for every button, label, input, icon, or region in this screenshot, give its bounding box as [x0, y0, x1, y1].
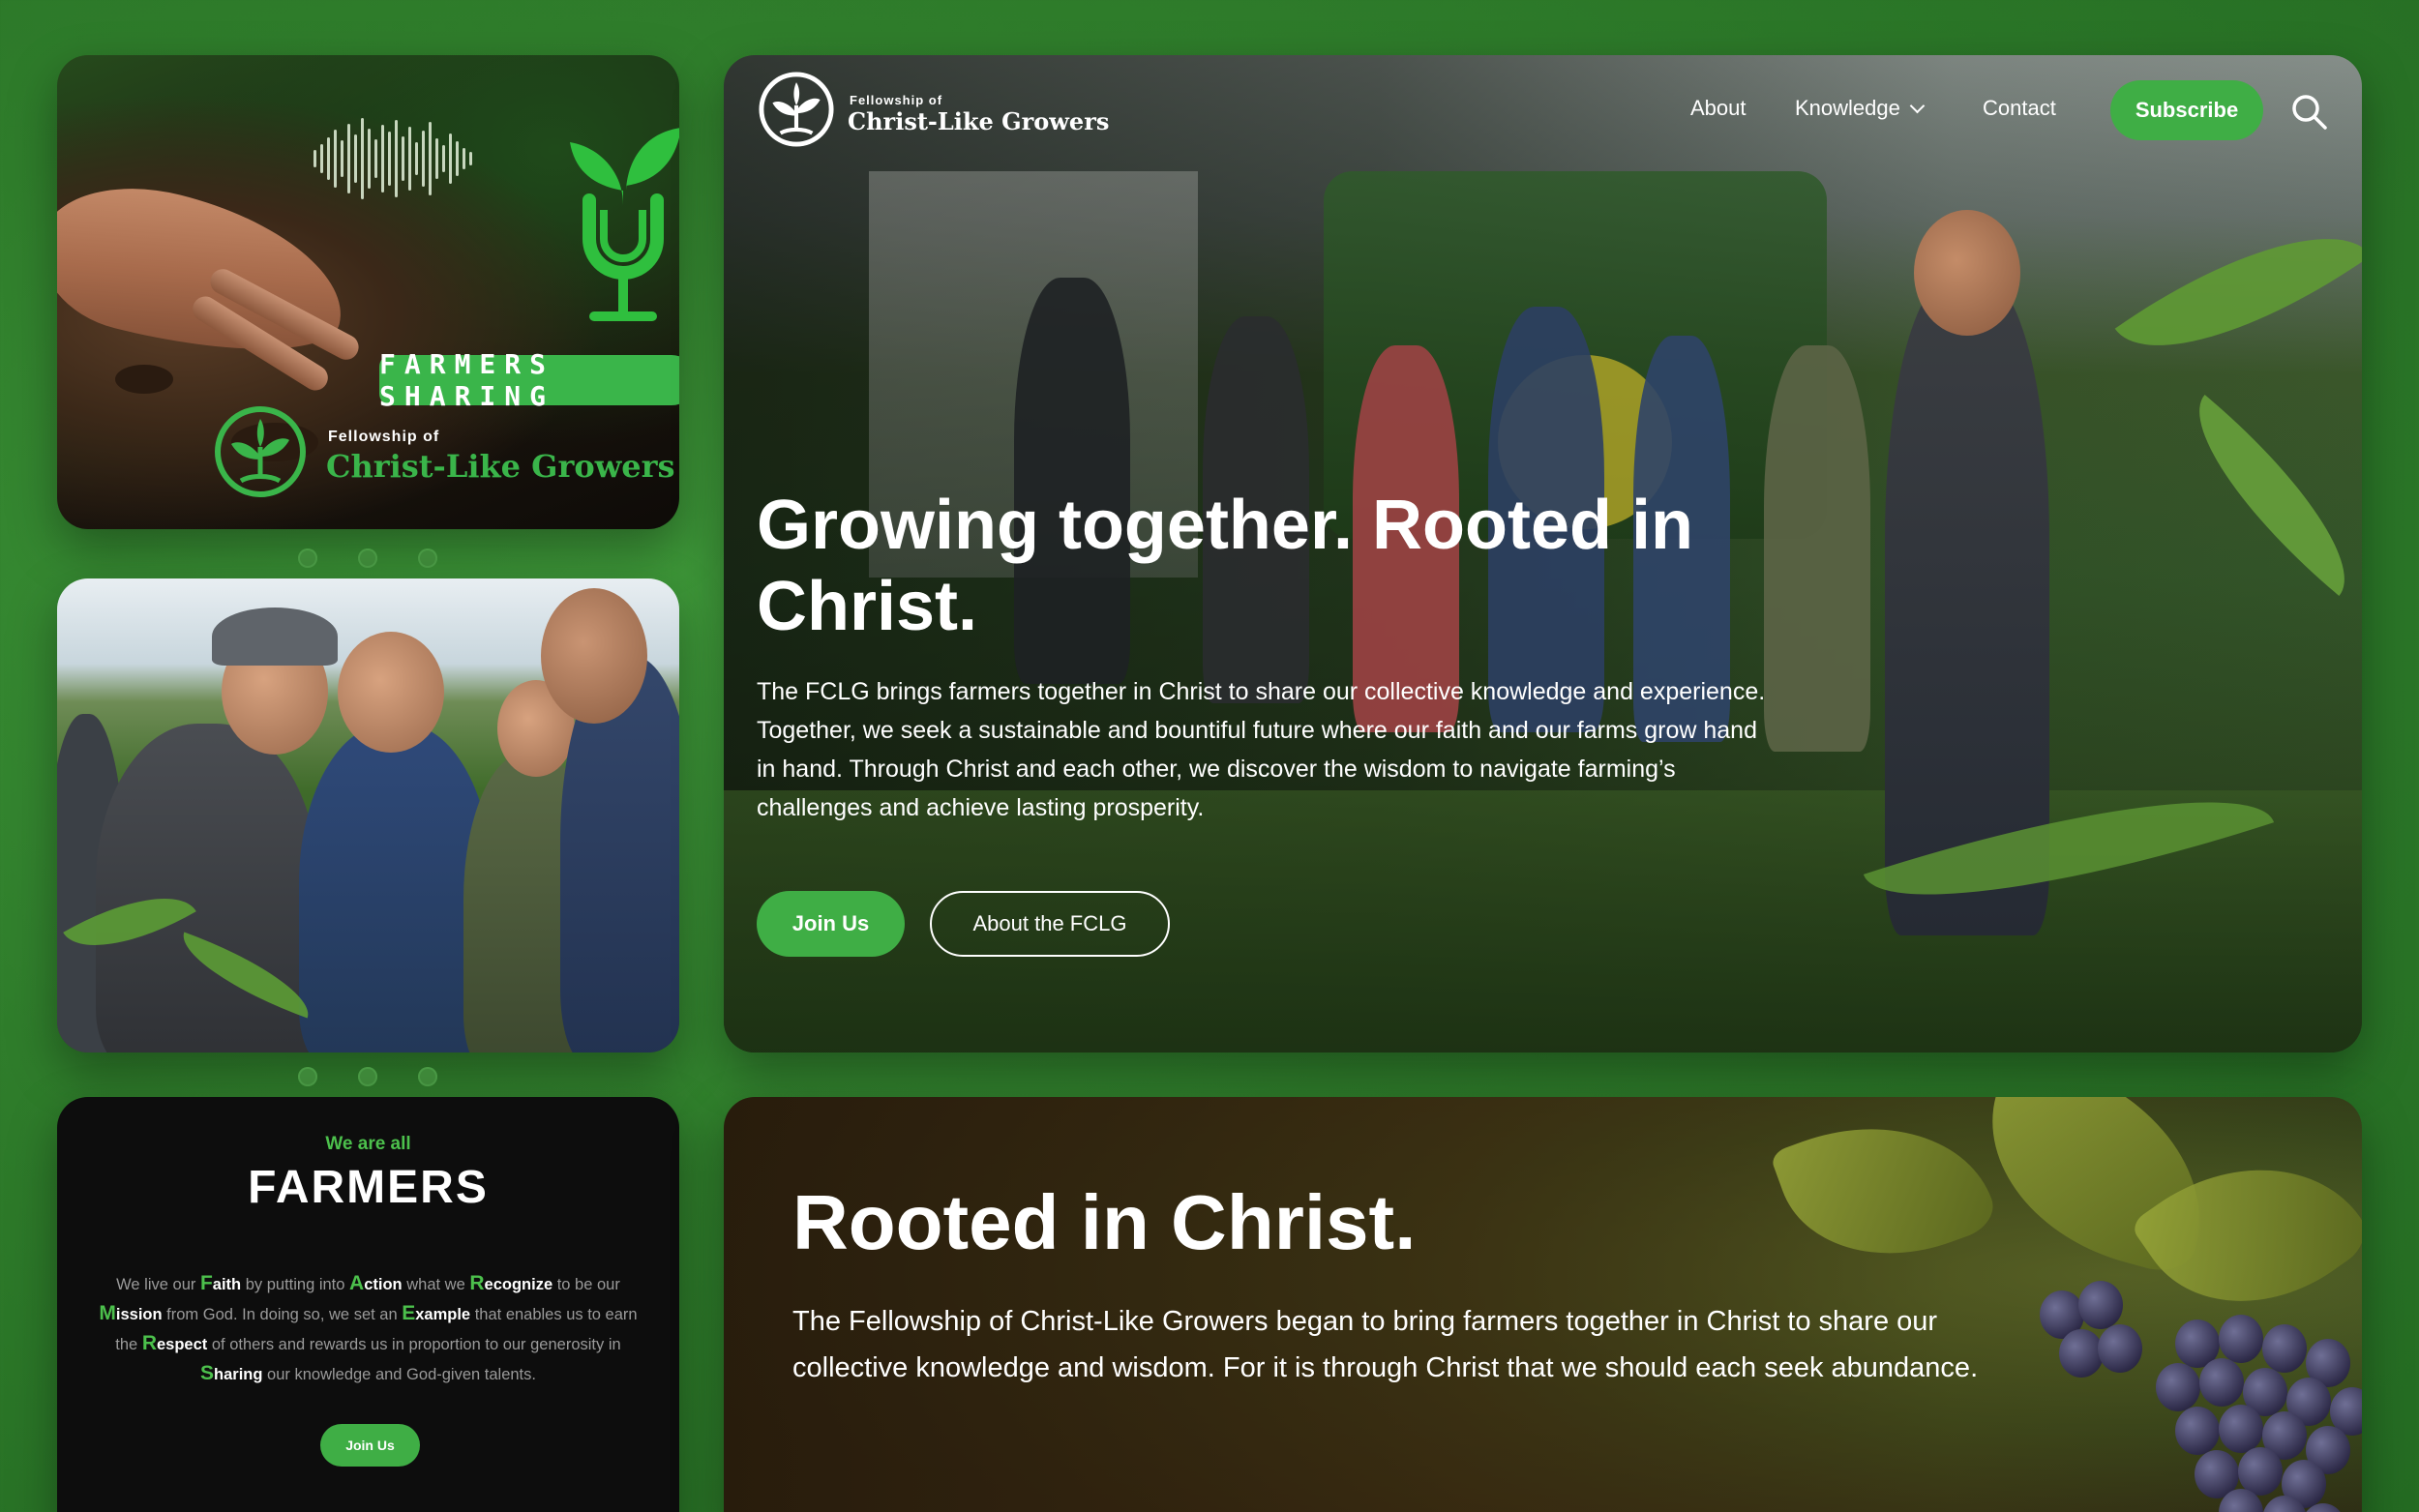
- farmers-title: FARMERS: [248, 1162, 489, 1213]
- soundwave-bar: [327, 137, 330, 180]
- nav-about[interactable]: About: [1690, 96, 1747, 121]
- join-us-button[interactable]: Join Us: [757, 891, 905, 957]
- soundwave-bar: [347, 124, 350, 193]
- soundwave-bar: [388, 132, 391, 186]
- carousel-dot[interactable]: [418, 1067, 437, 1086]
- hero-title: Growing together. Rooted in Christ.: [757, 487, 1693, 645]
- org-name-small: Fellowship of: [328, 429, 440, 445]
- chevron-down-icon: [1909, 98, 1926, 113]
- soundwave-bar: [341, 140, 343, 177]
- soundwave-bar: [469, 152, 472, 165]
- soundwave-bar: [456, 141, 459, 176]
- soundwave-bar: [429, 122, 432, 195]
- logo-text-large[interactable]: Christ-Like Growers: [848, 107, 1109, 135]
- soundwave-bar: [374, 139, 377, 178]
- fclg-logo-icon[interactable]: [757, 70, 836, 149]
- grape: [2262, 1324, 2307, 1373]
- carousel-dot[interactable]: [298, 1067, 317, 1086]
- grape: [2156, 1363, 2200, 1411]
- vine-leaf: [1769, 1097, 2001, 1290]
- carousel-dots: [298, 548, 437, 568]
- soundwave-bar: [402, 136, 404, 181]
- grape: [2098, 1324, 2142, 1373]
- soundwave-bar: [442, 145, 445, 172]
- corn-leaf: [2114, 184, 2362, 400]
- soundwave-bar: [463, 148, 465, 169]
- farmers-sharing-badge: FARMERS SHARING: [379, 348, 679, 412]
- search-icon[interactable]: [2289, 92, 2328, 131]
- soundwave-bar: [415, 142, 418, 175]
- carousel-dot[interactable]: [358, 1067, 377, 1086]
- nav-contact[interactable]: Contact: [1983, 96, 2056, 121]
- logo-text-small[interactable]: Fellowship of: [850, 93, 942, 107]
- soundwave-bar: [320, 144, 323, 173]
- corn-leaf: [2161, 395, 2362, 596]
- soundwave-bar: [368, 129, 371, 189]
- carousel-dot[interactable]: [298, 548, 317, 568]
- about-fclg-button[interactable]: About the FCLG: [930, 891, 1170, 957]
- farmers-eyebrow: We are all: [325, 1134, 411, 1154]
- farmers-acronym-text: We live our Faith by putting into Action…: [99, 1272, 638, 1384]
- carousel-dot[interactable]: [418, 548, 437, 568]
- rooted-description: The Fellowship of Christ-Like Growers be…: [792, 1306, 1979, 1383]
- person-head: [541, 588, 647, 724]
- microphone-sprout-icon: [570, 128, 679, 321]
- cap-shape: [212, 608, 338, 666]
- soundwave-bar: [395, 120, 398, 197]
- soundwave-bar: [422, 131, 425, 187]
- soundwave-bar: [354, 134, 357, 183]
- person-head: [1914, 210, 2020, 336]
- org-name-large: Christ-Like Growers: [326, 448, 675, 485]
- soundwave-icon: [314, 115, 584, 202]
- hero-section: Fellowship of Christ-Like Growers About …: [724, 55, 2362, 1052]
- rooted-title: Rooted in Christ.: [792, 1179, 1417, 1265]
- soil-texture: [115, 365, 173, 394]
- carousel-dot[interactable]: [358, 548, 377, 568]
- soundwave-bar: [408, 127, 411, 191]
- soundwave-bar: [449, 133, 452, 184]
- hero-description: The FCLG brings farmers together in Chri…: [757, 678, 1766, 821]
- farmers-join-button[interactable]: Join Us: [320, 1424, 420, 1467]
- nav-knowledge[interactable]: Knowledge: [1795, 96, 1926, 121]
- we-are-all-farmers-card: We are all FARMERS We live our Faith by …: [57, 1097, 679, 1512]
- fclg-logo-icon: [215, 406, 306, 497]
- rooted-in-christ-section: Rooted in Christ. The Fellowship of Chri…: [724, 1097, 2362, 1512]
- podcast-cover-card[interactable]: FARMERS SHARING Fellowship of Christ-Lik…: [57, 55, 679, 529]
- grape: [2059, 1329, 2104, 1378]
- carousel-dots: [298, 1067, 437, 1086]
- grape: [2219, 1315, 2263, 1363]
- grape: [2078, 1281, 2123, 1329]
- soundwave-bar: [334, 130, 337, 188]
- soundwave-bar: [381, 125, 384, 193]
- person-head: [338, 632, 444, 753]
- soundwave-bar: [314, 150, 316, 167]
- soundwave-bar: [361, 118, 364, 199]
- farmers-field-photo: [57, 578, 679, 1052]
- grape: [2219, 1405, 2263, 1453]
- subscribe-button[interactable]: Subscribe: [2110, 80, 2263, 140]
- site-navbar: Fellowship of Christ-Like Growers About …: [724, 55, 2362, 173]
- grape: [2199, 1358, 2244, 1407]
- grape: [2175, 1407, 2220, 1455]
- soundwave-bar: [435, 138, 438, 179]
